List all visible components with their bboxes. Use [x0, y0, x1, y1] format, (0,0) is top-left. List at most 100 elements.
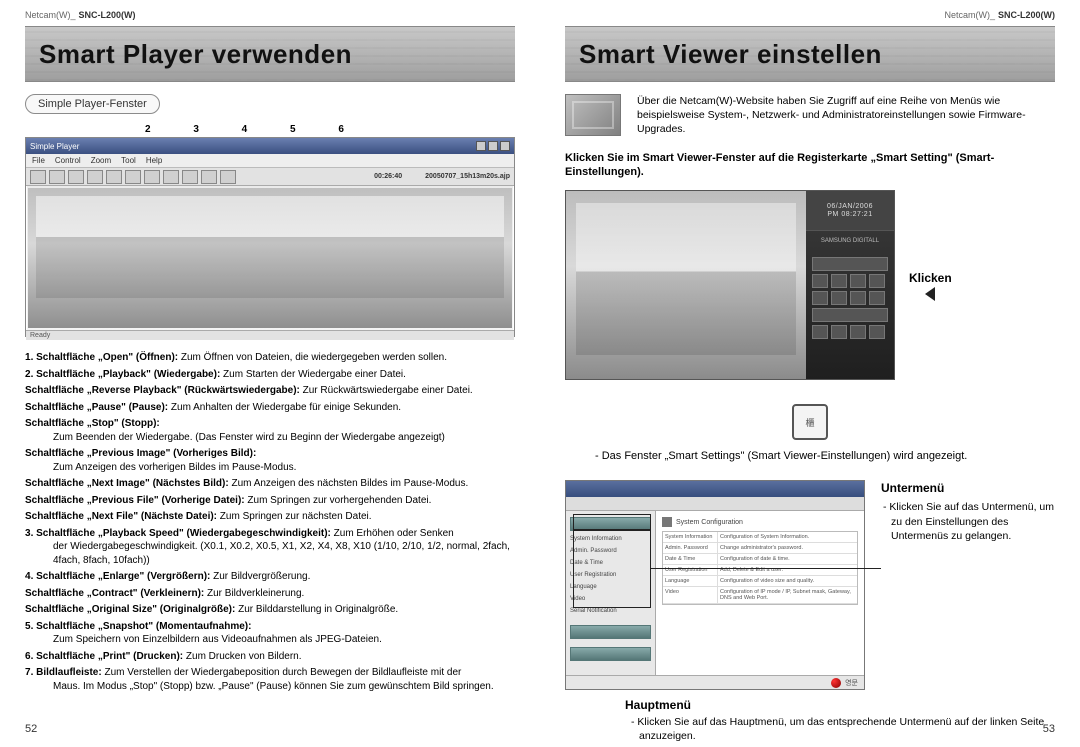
speed-button-icon[interactable]: [163, 170, 179, 184]
player-statusbar: Ready: [26, 330, 514, 340]
untermenu-heading: Untermenü: [881, 480, 1055, 496]
description-item: Bildlaufleiste: Zum Verstellen der Wiede…: [25, 666, 515, 693]
viewer-btn-9[interactable]: [812, 325, 828, 339]
klicken-label: Klicken: [909, 271, 952, 285]
settings-table: System InformationConfiguration of Syste…: [662, 531, 858, 605]
page-left: Netcam(W)_ SNC-L200(W) Smart Player verw…: [0, 0, 540, 747]
viewer-preset-bar[interactable]: [812, 257, 888, 271]
description-bold: Schaltfläche „Pause" (Pause):: [25, 402, 168, 413]
description-item: Schaltfläche „Next Image" (Nächstes Bild…: [25, 477, 515, 491]
description-item: Schaltfläche „Original Size" (Originalgr…: [25, 603, 515, 617]
description-item: Schaltfläche „Stop" (Stopp):Zum Beenden …: [25, 417, 515, 444]
viewer-btn-4[interactable]: [869, 274, 885, 288]
memo-icon: 櫃: [792, 404, 828, 440]
page-number-right: 53: [1043, 723, 1055, 735]
nav-group-system[interactable]: [570, 517, 651, 531]
player-window-title: Simple Player: [30, 142, 79, 151]
viewer-video-area: [566, 191, 806, 379]
nav-item[interactable]: Date & Time: [570, 559, 651, 567]
viewer-btn-3[interactable]: [850, 274, 866, 288]
settings-footer: 영문: [566, 675, 864, 689]
description-bold: Schaltfläche „Original Size" (Originalgr…: [25, 604, 235, 615]
viewer-btn-6[interactable]: [831, 291, 847, 305]
gear-icon: [662, 517, 672, 527]
title-banner-left: Smart Player verwenden: [25, 26, 515, 82]
next-image-button-icon[interactable]: [144, 170, 160, 184]
viewer-btn-11[interactable]: [850, 325, 866, 339]
hauptmenu-text: - Klicken Sie auf das Hauptmenü, um das …: [565, 715, 1055, 743]
table-cell-key: User Registration: [663, 565, 718, 575]
intro-text: Über die Netcam(W)-Website haben Sie Zug…: [637, 94, 1055, 137]
header-prefix-r: Netcam(W)_: [944, 10, 995, 20]
player-filename: 20050707_15h13m20s.ajp: [425, 173, 510, 180]
minimize-icon[interactable]: [476, 141, 486, 151]
description-sub: Zum Anzeigen des vorherigen Bildes im Pa…: [39, 461, 515, 475]
description-sub: Maus. Im Modus „Stop" (Stopp) bzw. „Paus…: [39, 680, 515, 694]
prev-image-button-icon[interactable]: [125, 170, 141, 184]
menu-tool[interactable]: Tool: [121, 156, 136, 165]
description-bold: Schaltfläche „Previous File" (Vorherige …: [25, 495, 245, 506]
untermenu-block: Untermenü - Klicken Sie auf das Untermen…: [881, 480, 1055, 543]
table-cell-val: Configuration of date & time.: [718, 554, 857, 564]
title-banner-right: Smart Viewer einstellen: [565, 26, 1055, 82]
description-bold: Schaltfläche „Next File" (Nächste Datei)…: [25, 511, 217, 522]
viewer-btn-1[interactable]: [812, 274, 828, 288]
nav-group-utilities[interactable]: [570, 647, 651, 661]
player-video-area: [28, 188, 512, 328]
nav-item[interactable]: Serial Notification: [570, 607, 651, 615]
viewer-btn-12[interactable]: [869, 325, 885, 339]
description-bold: Schaltfläche „Playback" (Wiedergabe):: [36, 369, 220, 380]
description-sub: Zum Beenden der Wiedergabe. (Das Fenster…: [39, 431, 515, 445]
open-button-icon[interactable]: [30, 170, 46, 184]
reverse-button-icon[interactable]: [68, 170, 84, 184]
page-spread: Netcam(W)_ SNC-L200(W) Smart Player verw…: [0, 0, 1080, 747]
memo-text: 櫃: [805, 416, 814, 429]
description-item: Schaltfläche „Reverse Playback" (Rückwär…: [25, 384, 515, 398]
menu-control[interactable]: Control: [55, 156, 81, 165]
menu-zoom[interactable]: Zoom: [91, 156, 111, 165]
viewer-datetime: 06/JAN/2006 PM 08:27:21: [806, 191, 894, 231]
arrow-left-icon: [925, 287, 935, 301]
player-titlebar: Simple Player: [26, 138, 514, 154]
viewer-btn-7[interactable]: [850, 291, 866, 305]
description-list: Schaltfläche „Open" (Öffnen): Zum Öffnen…: [25, 351, 515, 693]
description-bold: Bildlaufleiste:: [36, 667, 102, 678]
smart-viewer-screenshot: 06/JAN/2006 PM 08:27:21 SAMSUNG DIGITALL: [565, 190, 895, 380]
header-model: SNC-L200(W): [79, 10, 136, 20]
viewer-button-pad: [806, 251, 894, 379]
pause-button-icon[interactable]: [87, 170, 103, 184]
nav-item[interactable]: Video: [570, 595, 651, 603]
print-button-icon[interactable]: [220, 170, 236, 184]
stop-button-icon[interactable]: [106, 170, 122, 184]
snapshot-button-icon[interactable]: [201, 170, 217, 184]
play-button-icon[interactable]: [49, 170, 65, 184]
close-icon[interactable]: [500, 141, 510, 151]
enlarge-button-icon[interactable]: [182, 170, 198, 184]
menu-help[interactable]: Help: [146, 156, 162, 165]
description-bold: Schaltfläche „Contract" (Verkleinern):: [25, 588, 204, 599]
nav-item[interactable]: User Registration: [570, 571, 651, 579]
nav-item[interactable]: Language: [570, 583, 651, 591]
description-item: Schaltfläche „Print" (Drucken): Zum Druc…: [25, 650, 515, 664]
menu-file[interactable]: File: [32, 156, 45, 165]
viewer-btn-5[interactable]: [812, 291, 828, 305]
viewer-btn-10[interactable]: [831, 325, 847, 339]
viewer-smart-setting-tab[interactable]: [812, 308, 888, 322]
description-item: Schaltfläche „Contract" (Verkleinern): Z…: [25, 587, 515, 601]
nav-item[interactable]: Admin. Password: [570, 547, 651, 555]
viewer-btn-8[interactable]: [869, 291, 885, 305]
description-item: Schaltfläche „Snapshot" (Momentaufnahme)…: [25, 620, 515, 647]
player-toolbar: 00:26:40 20050707_15h13m20s.ajp: [26, 168, 514, 186]
page-right: Netcam(W)_ SNC-L200(W) Smart Viewer eins…: [540, 0, 1080, 747]
maximize-icon[interactable]: [488, 141, 498, 151]
nav-group-network[interactable]: [570, 625, 651, 639]
table-cell-key: Date & Time: [663, 554, 718, 564]
player-timecode: 00:26:40: [374, 173, 402, 180]
description-bold: Schaltfläche „Enlarge" (Vergrößern):: [36, 571, 210, 582]
player-menubar: File Control Zoom Tool Help: [26, 154, 514, 168]
intro-image-icon: [565, 94, 621, 136]
record-dot-icon: [831, 678, 841, 688]
nav-item[interactable]: System Information: [570, 535, 651, 543]
settings-foot-text: 영문: [845, 678, 858, 688]
viewer-btn-2[interactable]: [831, 274, 847, 288]
